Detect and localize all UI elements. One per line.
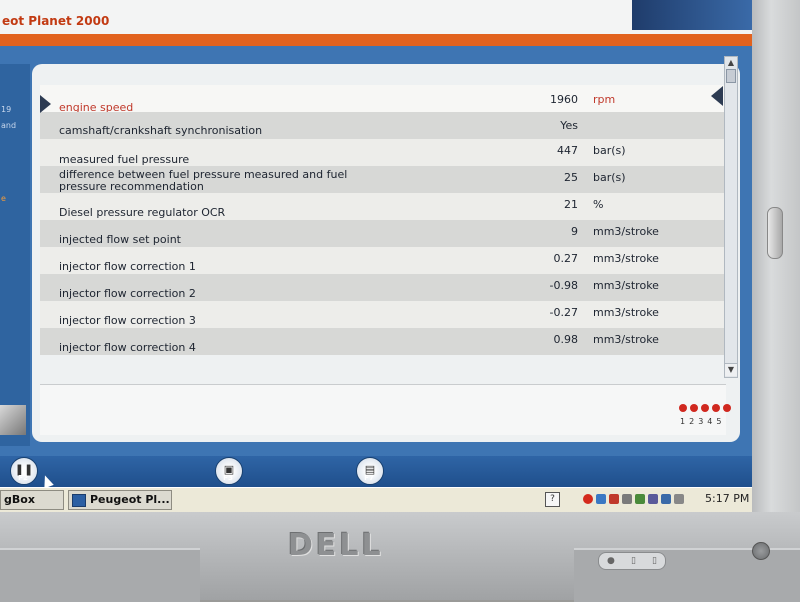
left-sidebar: 19 and e	[0, 64, 30, 446]
screen: eot Planet 2000 19 and e engine speed 19…	[0, 0, 752, 512]
table-row[interactable]: injector flow correction 1 0.27 mm3/stro…	[40, 247, 726, 274]
led-icon: ▯	[630, 556, 636, 566]
param-label: difference between fuel pressure measure…	[59, 168, 348, 193]
laptop-bezel-right	[752, 0, 800, 520]
param-unit: mm3/stroke	[593, 333, 659, 346]
scroll-thumb[interactable]	[726, 69, 736, 83]
param-unit: rpm	[593, 93, 616, 106]
page-number[interactable]: 4	[707, 417, 712, 426]
param-unit: bar(s)	[593, 144, 626, 157]
table-row[interactable]: injector flow correction 4 0.98 mm3/stro…	[40, 328, 726, 355]
page-number[interactable]: 1	[680, 417, 685, 426]
app-window-icon	[72, 493, 86, 507]
param-value: 0.27	[553, 252, 579, 265]
taskbar: gBox Peugeot Pl... ? 5:17 PM	[0, 487, 752, 512]
header-logo-banner	[632, 0, 752, 30]
selection-arrow-left-icon	[40, 95, 51, 113]
page-dot-icon[interactable]	[701, 404, 709, 412]
param-value: 447	[557, 144, 578, 157]
param-label: camshaft/crankshaft synchronisation	[59, 124, 263, 137]
pause-key-label: F2	[18, 474, 28, 482]
param-value: 25	[564, 171, 578, 184]
param-label: injected flow set point	[59, 233, 181, 246]
laptop-hinge-left	[0, 548, 200, 602]
table-row[interactable]: injector flow correction 3 -0.27 mm3/str…	[40, 301, 726, 328]
system-tray: ? 5:17 PM	[541, 490, 751, 510]
status-leds: ● ▯ ▯	[598, 552, 666, 570]
scroll-down-arrow-icon[interactable]: ▼	[725, 363, 737, 376]
taskbar-item-peugeot[interactable]: Peugeot Pl...	[68, 490, 172, 510]
param-value: 0.98	[553, 333, 579, 346]
parameter-table: engine speed 1960 rpm camshaft/crankshaf…	[40, 85, 726, 357]
selection-arrow-right-icon	[711, 86, 723, 106]
param-unit: mm3/stroke	[593, 225, 659, 238]
param-label: measured fuel pressure	[59, 153, 190, 166]
param-value: 1960	[550, 93, 578, 106]
page-numbers: 1 2 3 4 5	[680, 417, 721, 426]
table-row[interactable]: Diesel pressure regulator OCR 21 %	[40, 193, 726, 220]
page-dot-icon[interactable]	[723, 404, 731, 412]
table-row[interactable]: camshaft/crankshaft synchronisation Yes	[40, 112, 726, 139]
volume-icon[interactable]	[674, 494, 684, 504]
led-icon: ●	[607, 556, 615, 566]
device-thumbnail	[0, 405, 26, 435]
param-label: injector flow correction 3	[59, 314, 196, 327]
taskbar-item[interactable]: gBox	[0, 490, 64, 510]
header-accent-band	[0, 34, 752, 46]
param-unit: bar(s)	[593, 171, 626, 184]
param-label: Diesel pressure regulator OCR	[59, 206, 226, 219]
table-row[interactable]: difference between fuel pressure measure…	[40, 166, 726, 193]
tray-icons	[583, 494, 684, 504]
stop-icon[interactable]	[583, 494, 593, 504]
help-icon[interactable]: ?	[545, 492, 560, 507]
table-row[interactable]: measured fuel pressure 447 bar(s)	[40, 139, 726, 166]
param-value: 21	[564, 198, 578, 211]
table-scrollbar[interactable]: ▲ ▼	[724, 56, 738, 378]
param-label: injector flow correction 4	[59, 341, 196, 354]
info-box	[40, 384, 726, 435]
param-unit: mm3/stroke	[593, 279, 659, 292]
laptop-latch	[767, 207, 783, 259]
app-header: eot Planet 2000	[0, 0, 752, 34]
param-value: -0.98	[549, 279, 578, 292]
param-unit: mm3/stroke	[593, 252, 659, 265]
network-icon[interactable]	[596, 494, 606, 504]
sidebar-fragment: and	[1, 121, 17, 130]
page-number[interactable]: 3	[698, 417, 703, 426]
monitor-icon[interactable]	[661, 494, 671, 504]
param-unit: %	[593, 198, 604, 211]
table-row[interactable]: injected flow set point 9 mm3/stroke	[40, 220, 726, 247]
page-dot-icon[interactable]	[712, 404, 720, 412]
app-title: eot Planet 2000	[2, 14, 110, 28]
device-icon[interactable]	[622, 494, 632, 504]
page-indicator-icons	[679, 404, 731, 412]
param-unit: mm3/stroke	[593, 306, 659, 319]
param-value: -0.27	[549, 306, 578, 319]
page-number[interactable]: 5	[716, 417, 721, 426]
page-number[interactable]: 2	[689, 417, 694, 426]
sidebar-fragment: e	[1, 194, 6, 203]
table-row[interactable]: injector flow correction 2 -0.98 mm3/str…	[40, 274, 726, 301]
page-dot-icon[interactable]	[679, 404, 687, 412]
security-icon[interactable]	[609, 494, 619, 504]
taskbar-item-label: Peugeot Pl...	[90, 493, 170, 506]
scroll-up-arrow-icon[interactable]: ▲	[725, 57, 737, 69]
param-label: injector flow correction 1	[59, 260, 196, 273]
param-label: injector flow correction 2	[59, 287, 196, 300]
table-row[interactable]: engine speed 1960 rpm	[40, 85, 726, 114]
page-dot-icon[interactable]	[690, 404, 698, 412]
save-key-label: F3	[223, 474, 233, 482]
connection-icon[interactable]	[635, 494, 645, 504]
power-button[interactable]	[752, 542, 770, 560]
taskbar-clock[interactable]: 5:17 PM	[705, 492, 749, 505]
led-icon: ▯	[652, 556, 657, 566]
sidebar-fragment: 19	[1, 105, 12, 114]
function-toolbar: ❚❚ F2 ▣ F3 ▤ F7	[0, 456, 752, 487]
sync-icon[interactable]	[648, 494, 658, 504]
print-key-label: F7	[364, 474, 374, 482]
param-value: Yes	[560, 119, 578, 132]
dell-logo: DELL	[288, 528, 384, 563]
param-value: 9	[571, 225, 578, 238]
